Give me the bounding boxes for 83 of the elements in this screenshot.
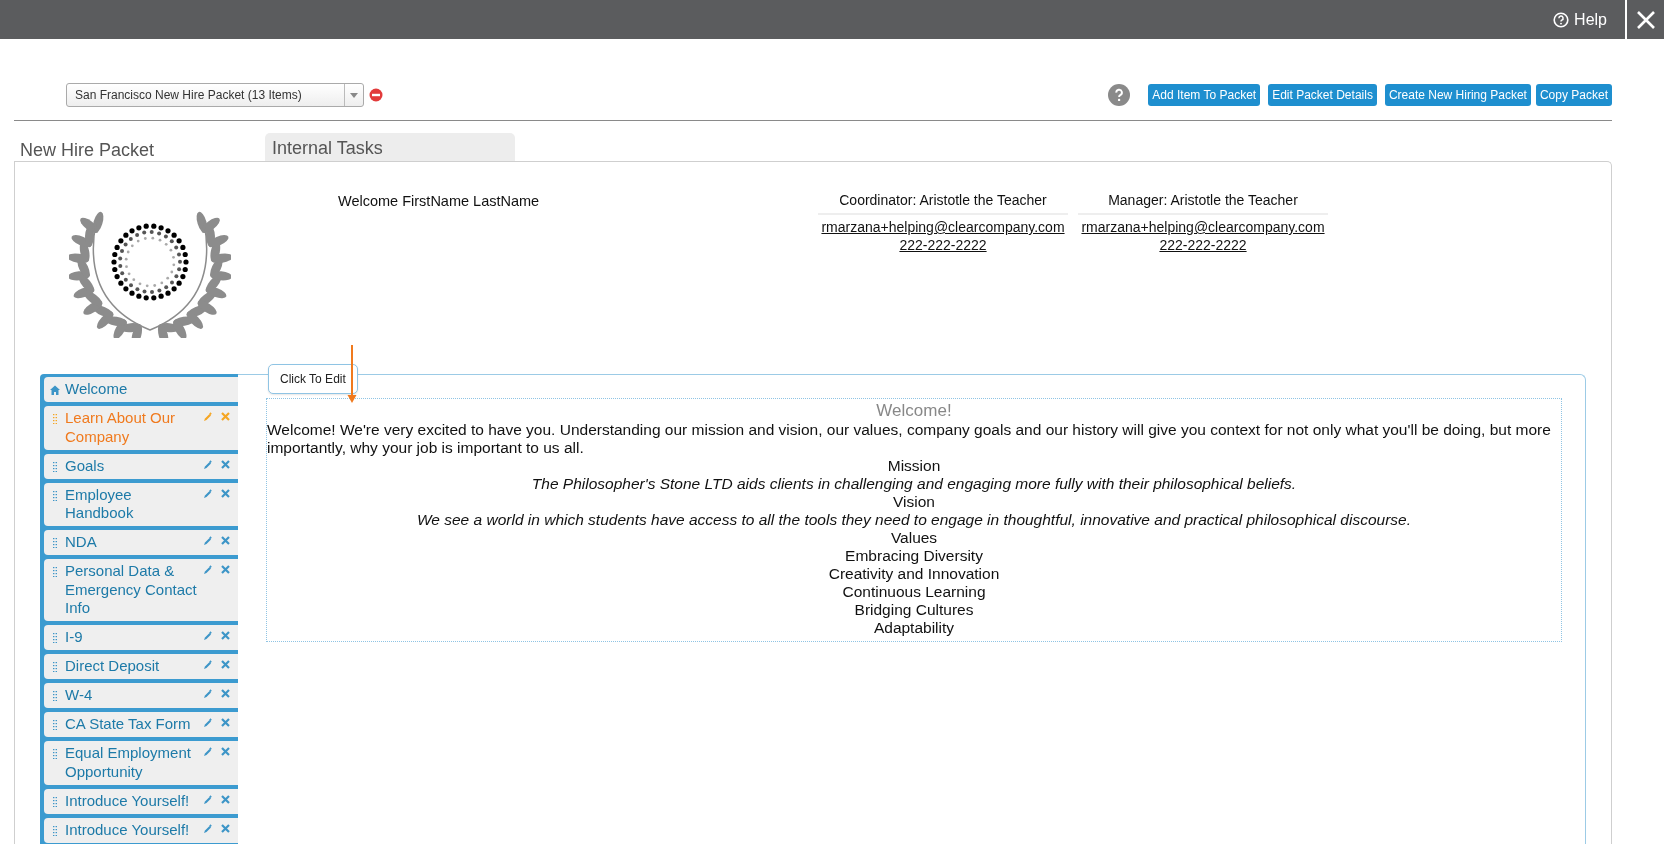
remove-icon[interactable] bbox=[369, 88, 383, 102]
content-title: Welcome! bbox=[875, 401, 953, 421]
section-heading: Values bbox=[889, 529, 939, 547]
sidebar-item[interactable]: Direct Deposit bbox=[44, 654, 238, 679]
pencil-icon[interactable] bbox=[203, 412, 213, 422]
phone-link[interactable]: 222-222-2222 bbox=[1078, 236, 1328, 254]
pencil-icon[interactable] bbox=[203, 565, 213, 575]
delete-icon[interactable] bbox=[221, 823, 230, 833]
drag-handle-icon[interactable] bbox=[53, 461, 57, 472]
drag-handle-icon[interactable] bbox=[53, 633, 57, 643]
delete-icon[interactable] bbox=[221, 631, 230, 640]
caret-icon bbox=[350, 92, 358, 98]
sidebar-item[interactable]: Learn About Our Company bbox=[44, 406, 238, 450]
sidebar-item[interactable]: Welcome bbox=[44, 377, 238, 402]
sidebar-item[interactable]: W-4 bbox=[44, 683, 238, 708]
help-link[interactable]: Help bbox=[1535, 0, 1625, 39]
contact-role: Manager: Aristotle the Teacher bbox=[1078, 192, 1328, 215]
drag-handle-icon[interactable] bbox=[53, 662, 57, 672]
drag-handle-icon[interactable] bbox=[53, 538, 57, 548]
pencil-icon[interactable] bbox=[203, 718, 213, 728]
section-heading: Embracing Diversity bbox=[844, 547, 984, 565]
delete-icon[interactable] bbox=[221, 412, 230, 421]
delete-icon[interactable] bbox=[221, 794, 230, 804]
pencil-icon[interactable] bbox=[203, 823, 213, 834]
help-icon bbox=[1553, 11, 1570, 28]
delete-icon[interactable] bbox=[221, 747, 230, 756]
sidebar-item[interactable]: CA State Tax Form bbox=[44, 712, 238, 737]
sidebar-item[interactable]: Introduce Yourself! bbox=[44, 817, 238, 843]
drag-handle-icon[interactable] bbox=[53, 825, 57, 836]
email-link[interactable]: rmarzana+helping@clearcompany.com bbox=[818, 218, 1068, 236]
section-heading: Mission bbox=[886, 457, 942, 475]
section-heading: Creativity and Innovation bbox=[827, 565, 1001, 583]
close-icon bbox=[1635, 9, 1656, 30]
sidebar-item[interactable]: Introduce Yourself! bbox=[44, 788, 238, 814]
email-link[interactable]: rmarzana+helping@clearcompany.com bbox=[1078, 218, 1328, 236]
delete-icon[interactable] bbox=[221, 718, 230, 727]
drag-handle-icon[interactable] bbox=[53, 490, 57, 501]
drag-handle-icon[interactable] bbox=[53, 720, 57, 730]
delete-icon[interactable] bbox=[221, 488, 230, 498]
pencil-icon[interactable] bbox=[203, 794, 213, 805]
packet-select[interactable]: San Francisco New Hire Packet (13 Items) bbox=[66, 83, 364, 107]
section-heading: Adaptability bbox=[872, 619, 956, 637]
delete-icon[interactable] bbox=[221, 660, 230, 669]
sidebar-item[interactable]: Goals bbox=[44, 453, 238, 479]
toolbar-button[interactable]: Edit Packet Details bbox=[1268, 84, 1377, 106]
delete-icon[interactable] bbox=[221, 565, 230, 574]
intro-paragraph: Welcome! We're very excited to have you. Understanding our mission and vision, our values, company goals and our history will give you context for not only what you'll be doing, but more importantly, why your job is important to us all. bbox=[267, 421, 1552, 457]
tooltip: Click To Edit bbox=[268, 364, 358, 394]
arrow bbox=[347, 345, 357, 403]
statement-text: We see a world in which students have access to all the tools they need to engage in thoughtful, innovative and practical philosophical discourse. bbox=[415, 511, 1412, 529]
tab[interactable]: Internal Tasks bbox=[265, 133, 515, 161]
drag-handle-icon[interactable] bbox=[53, 796, 57, 807]
editable-content[interactable] bbox=[266, 398, 1562, 642]
pencil-icon[interactable] bbox=[203, 631, 213, 641]
delete-icon[interactable] bbox=[221, 689, 230, 698]
pencil-icon[interactable] bbox=[203, 660, 213, 670]
section-heading: Continuous Learning bbox=[841, 583, 987, 601]
drag-handle-icon[interactable] bbox=[53, 749, 57, 759]
toolbar-button[interactable]: Copy Packet bbox=[1535, 84, 1612, 106]
sidebar-item[interactable]: NDA bbox=[44, 530, 238, 555]
pencil-icon[interactable] bbox=[203, 689, 213, 699]
sidebar-item[interactable]: Personal Data & Emergency Contact Info bbox=[44, 559, 238, 621]
pencil-icon[interactable] bbox=[203, 747, 213, 757]
section-heading: Vision bbox=[892, 493, 936, 511]
sidebar-item[interactable]: Equal Employment Opportunity bbox=[44, 741, 238, 785]
drag-handle-icon[interactable] bbox=[53, 567, 57, 577]
section-title: New Hire Packet bbox=[19, 138, 156, 161]
phone-link[interactable]: 222-222-2222 bbox=[818, 236, 1068, 254]
greeting-text: Welcome FirstName LastName bbox=[338, 192, 541, 211]
drag-handle-icon[interactable] bbox=[53, 691, 57, 701]
pencil-icon[interactable] bbox=[203, 488, 213, 499]
pencil-icon[interactable] bbox=[203, 459, 213, 470]
home-icon bbox=[50, 385, 60, 395]
sidebar-item[interactable]: I-9 bbox=[44, 625, 238, 650]
sidebar-item[interactable]: Employee Handbook bbox=[44, 482, 238, 526]
statement-text: The Philosopher's Stone LTD aids clients in challenging and engaging more fully with their philosophical beliefs. bbox=[530, 475, 1298, 493]
contact-role: Coordinator: Aristotle the Teacher bbox=[818, 192, 1068, 215]
section-heading: Bridging Cultures bbox=[853, 601, 975, 619]
toolbar-button[interactable]: Create New Hiring Packet bbox=[1384, 84, 1531, 106]
delete-icon[interactable] bbox=[221, 536, 230, 545]
drag-handle-icon[interactable] bbox=[53, 414, 57, 424]
pencil-icon[interactable] bbox=[203, 536, 213, 546]
delete-icon[interactable] bbox=[221, 459, 230, 469]
